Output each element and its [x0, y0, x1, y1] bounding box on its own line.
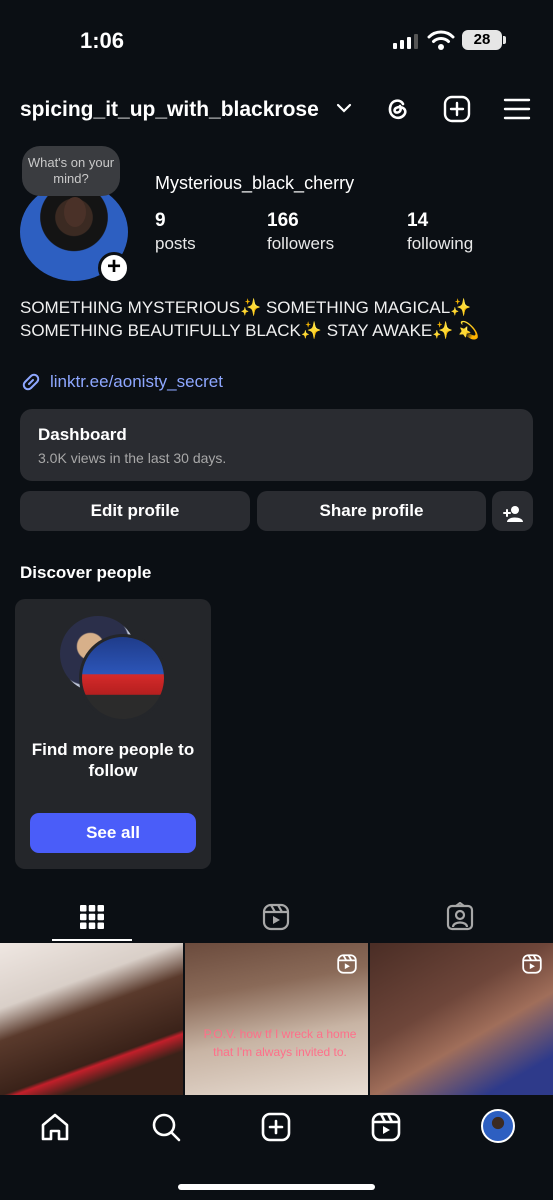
discover-people-button[interactable]	[492, 491, 533, 531]
tab-tagged[interactable]	[368, 893, 552, 941]
grid-post[interactable]	[0, 943, 183, 1095]
posts-count: 9	[155, 210, 166, 231]
wifi-icon	[427, 30, 455, 50]
battery-indicator: 28	[462, 30, 502, 50]
home-indicator	[178, 1184, 375, 1190]
share-profile-button[interactable]: Share profile	[257, 491, 486, 531]
followers-count: 166	[267, 210, 299, 231]
create-post-icon[interactable]	[442, 94, 472, 124]
followers-label: followers	[267, 234, 335, 253]
suggested-avatar-2	[79, 634, 167, 722]
posts-label: posts	[155, 234, 196, 253]
add-story-icon[interactable]: +	[98, 252, 130, 284]
tab-grid[interactable]	[0, 893, 184, 941]
dashboard-title: Dashboard	[38, 425, 127, 444]
followers-stat[interactable]: 166 followers	[267, 210, 334, 254]
dashboard-subtitle: 3.0K views in the last 30 days.	[38, 450, 227, 466]
chevron-down-icon[interactable]	[336, 102, 352, 114]
menu-icon[interactable]	[502, 94, 532, 124]
grid-post[interactable]: P.O.V. how tf I wreck a home that I'm al…	[185, 943, 368, 1095]
discover-card-title: Find more people to follow	[31, 740, 195, 780]
profile-header: spicing_it_up_with_blackrose	[0, 90, 553, 130]
tab-reels[interactable]	[184, 893, 368, 941]
active-tab-indicator	[52, 939, 132, 941]
profile-tabs	[0, 893, 553, 943]
posts-stat[interactable]: 9 posts	[155, 210, 196, 254]
battery-cap	[503, 36, 506, 44]
bio-text: SOMETHING MYSTERIOUS✨ SOMETHING MAGICAL✨…	[20, 298, 480, 340]
following-label: following	[407, 234, 474, 253]
reels-nav-icon[interactable]	[370, 1111, 402, 1143]
status-bar: 1:06 28	[0, 0, 553, 80]
cellular-signal-icon	[393, 33, 418, 49]
note-bubble[interactable]: What's on your mind?	[22, 146, 120, 196]
reels-icon	[262, 903, 290, 931]
create-icon[interactable]	[260, 1111, 292, 1143]
bio-link[interactable]: linktr.ee/aonisty_secret	[20, 371, 223, 393]
tagged-icon	[446, 902, 474, 931]
post-caption: P.O.V. how tf I wreck a home that I'm al…	[203, 1027, 357, 1059]
reel-badge-icon	[522, 954, 542, 974]
threads-icon[interactable]	[382, 94, 412, 124]
search-icon[interactable]	[150, 1111, 182, 1143]
add-person-icon	[502, 506, 523, 522]
display-name: Mysterious_black_cherry	[155, 173, 355, 193]
see-all-button[interactable]: See all	[30, 813, 196, 853]
grid-post[interactable]	[370, 943, 553, 1095]
edit-profile-button[interactable]: Edit profile	[20, 491, 250, 531]
discover-title: Discover people	[20, 563, 152, 582]
posts-grid: P.O.V. how tf I wreck a home that I'm al…	[0, 943, 553, 1095]
profile-nav-avatar[interactable]	[481, 1109, 515, 1143]
grid-icon	[80, 905, 104, 929]
reel-badge-icon	[337, 954, 357, 974]
discover-card: Find more people to follow See all	[15, 599, 211, 869]
link-icon	[22, 373, 40, 391]
link-text[interactable]: linktr.ee/aonisty_secret	[50, 372, 223, 392]
following-stat[interactable]: 14 following	[407, 210, 473, 254]
home-icon[interactable]	[39, 1111, 71, 1143]
professional-dashboard[interactable]: Dashboard 3.0K views in the last 30 days…	[20, 409, 533, 481]
account-switcher[interactable]: spicing_it_up_with_blackrose	[20, 98, 319, 122]
following-count: 14	[407, 210, 429, 231]
status-time: 1:06	[80, 28, 125, 53]
